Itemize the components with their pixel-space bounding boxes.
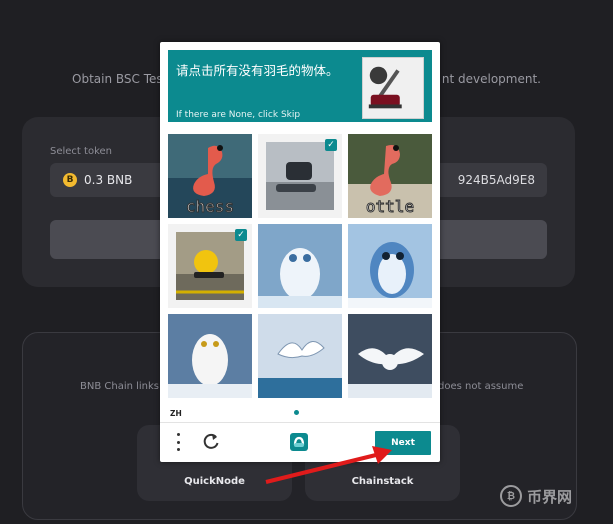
watermark: ₿ 币界网 [500,485,572,507]
annotation-arrow [265,446,392,484]
wallet-address-value: 924B5Ad9E8 [457,173,535,187]
captcha-tile[interactable]: chess [168,134,252,218]
watermark-logo-icon: ₿ [500,485,522,507]
captcha-tile[interactable] [258,224,342,308]
watermark-text: 币界网 [527,487,573,506]
refresh-icon[interactable] [202,432,220,450]
submit-button-left[interactable] [50,220,170,259]
captcha-subtitle: If there are None, click Skip [176,110,301,120]
wallet-address-input[interactable]: 924B5Ad9E8 [430,163,547,197]
more-menu-icon[interactable] [176,433,180,451]
disclaimer-left: BNB Chain links to [80,381,173,392]
provider-quicknode-label: QuickNode [184,476,245,487]
tile-caption: ottle [365,197,415,217]
intro-text-right: nt development. [441,72,541,86]
captcha-tile[interactable] [348,224,432,308]
captcha-tile-selected[interactable]: ✓ [258,134,342,218]
captcha-tile[interactable] [258,314,342,398]
check-icon: ✓ [325,139,337,151]
submit-button-right[interactable] [430,220,547,259]
check-icon: ✓ [235,229,247,241]
select-token-label: Select token [50,146,112,157]
language-selector[interactable]: ZH [170,409,182,418]
example-image [362,57,424,119]
captcha-tile[interactable] [168,314,252,398]
captcha-tile[interactable]: ottle [348,134,432,218]
bnb-coin-icon: B [63,173,77,187]
captcha-dialog: 请点击所有没有羽毛的物体。 If there are None, click S… [160,42,440,462]
page-indicator-dot [294,410,299,415]
captcha-grid: chess ✓ ottle ✓ [168,134,432,398]
tile-caption: chess [185,197,235,217]
captcha-prompt: 请点击所有没有羽毛的物体。 [176,63,339,78]
token-value: 0.3 BNB [84,173,133,187]
captcha-header: 请点击所有没有羽毛的物体。 If there are None, click S… [168,50,432,122]
captcha-tile[interactable] [348,314,432,398]
captcha-tile-selected[interactable]: ✓ [168,224,252,308]
disclaimer-right: does not assume [438,381,524,392]
